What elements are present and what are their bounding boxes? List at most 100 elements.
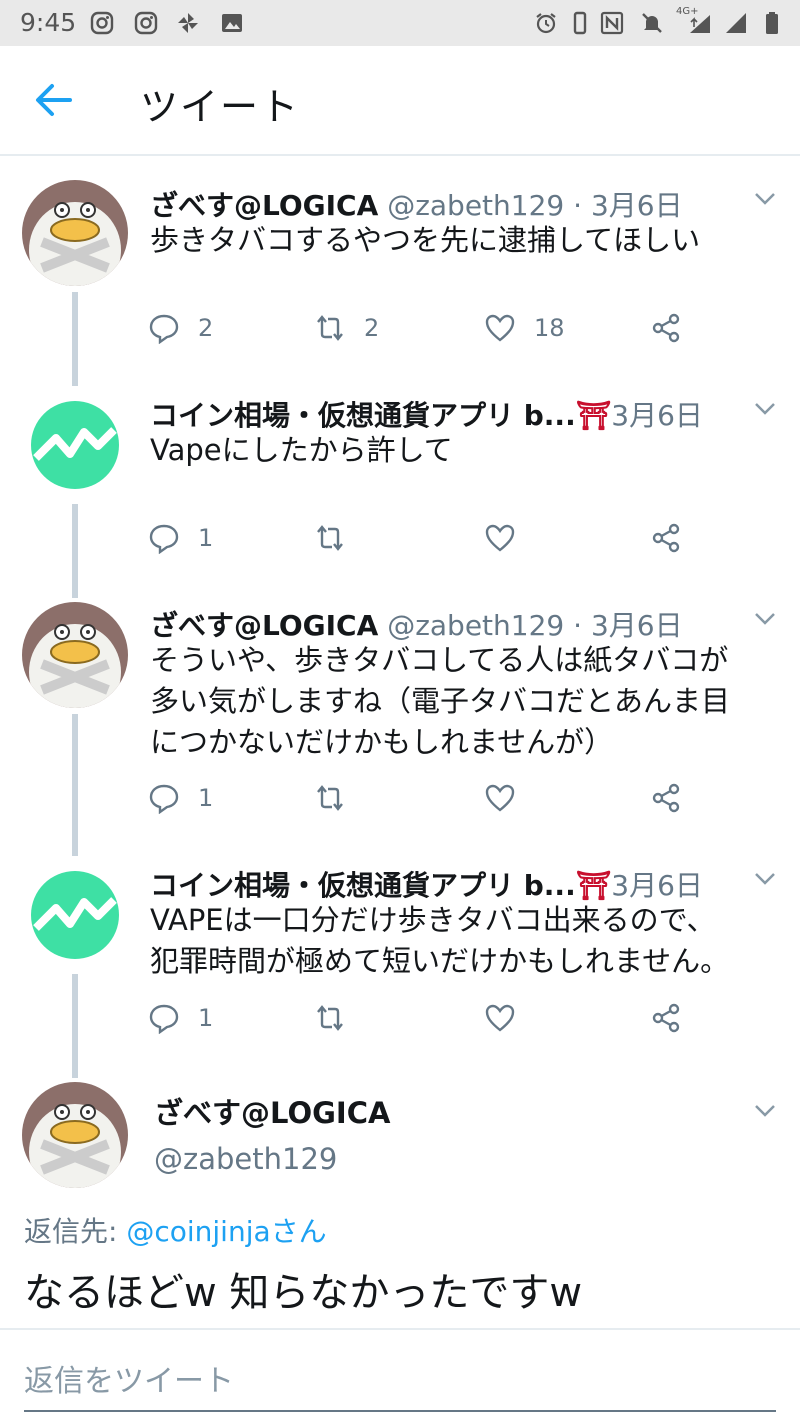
retweet-button[interactable]: 2 (314, 310, 379, 346)
arrow-left-icon[interactable] (34, 82, 74, 118)
reply-button[interactable]: 1 (148, 780, 213, 816)
chevron-down-icon[interactable] (754, 1104, 776, 1118)
tweet-text-line: VAPEは一口分だけ歩きタバコ出来るので、 (150, 903, 716, 937)
share-icon (652, 523, 680, 553)
reply-count: 2 (198, 314, 214, 342)
torii-icon: ⛩ (575, 399, 612, 432)
coin-chart-avatar-icon (22, 862, 128, 968)
tweet-text-line: そういや、歩きタバコしてる人は紙タバコが (150, 643, 729, 677)
tweet-actions: 1 (148, 1000, 708, 1040)
focused-avatar[interactable] (22, 1082, 128, 1188)
avatar[interactable] (22, 862, 128, 968)
reply-icon (149, 1004, 179, 1034)
nfc-icon (600, 11, 624, 35)
retweet-button[interactable] (314, 1000, 346, 1036)
share-icon (652, 783, 680, 813)
separator: · (573, 189, 583, 222)
reply-to-user-link[interactable]: @coinjinja (126, 1215, 270, 1248)
reply-to-label: 返信先: (24, 1215, 127, 1248)
tweet-date: 3月6日 (590, 609, 683, 642)
reply-icon (149, 314, 179, 344)
duck-avatar-icon (22, 1082, 128, 1188)
tweet-text-line: Vapeにしたから許して (150, 433, 453, 467)
reply-compose-input[interactable]: 返信をツイート (24, 1356, 234, 1400)
retweet-count: 2 (364, 314, 380, 342)
tweet-text-line: 歩きタバコするやつを先に逮捕してほしい (150, 223, 701, 257)
share-button[interactable] (650, 1000, 682, 1036)
reply-to-suffix: さん (270, 1215, 327, 1248)
like-button[interactable] (484, 1000, 516, 1036)
retweet-icon (317, 1005, 343, 1031)
divider (0, 1328, 800, 1330)
like-count: 18 (534, 314, 565, 342)
alarm-icon (536, 13, 556, 34)
reply-button[interactable]: 1 (148, 1000, 213, 1036)
reply-count: 1 (198, 784, 214, 812)
user-name[interactable]: コイン相場・仮想通貨アプリ b... (150, 399, 576, 432)
tweet-actions: 1 (148, 520, 708, 560)
avatar[interactable] (22, 392, 128, 498)
heart-icon (485, 314, 515, 342)
heart-icon (485, 784, 515, 812)
coin-chart-avatar-icon (22, 392, 128, 498)
battery-icon (766, 12, 778, 34)
tweet-text: そういや、歩きタバコしてる人は紙タバコが 多い気がしますね（電子タバコだとあんま… (150, 640, 780, 763)
share-icon (652, 1003, 680, 1033)
chevron-down-icon[interactable] (754, 192, 776, 206)
retweet-button[interactable] (314, 520, 346, 556)
avatar[interactable] (22, 602, 128, 708)
share-button[interactable] (650, 520, 682, 556)
app-bar: ツイート (0, 46, 800, 156)
tweet-text-line: 多い気がしますね（電子タバコだとあんま目 (150, 684, 731, 718)
reply-icon (149, 524, 179, 554)
user-name[interactable]: ざべす@LOGICA (150, 609, 378, 642)
user-name[interactable]: コイン相場・仮想通貨アプリ b... (150, 869, 576, 902)
chevron-down-icon[interactable] (754, 402, 776, 416)
network-4g-icon (690, 15, 710, 33)
duck-avatar-icon (22, 180, 128, 286)
image-icon (222, 14, 242, 32)
share-button[interactable] (650, 780, 682, 816)
reply-count: 1 (198, 1004, 214, 1032)
tweet-actions: 2 2 18 (148, 310, 708, 350)
focused-user-name[interactable]: ざべす@LOGICA (154, 1090, 390, 1132)
like-button[interactable] (484, 780, 516, 816)
like-button[interactable]: 18 (484, 310, 565, 346)
thread-line (72, 504, 78, 598)
focused-user-handle[interactable]: @zabeth129 (154, 1142, 337, 1176)
retweet-icon (317, 315, 343, 341)
instagram-icon (134, 11, 158, 35)
mute-icon (642, 13, 662, 33)
retweet-icon (317, 785, 343, 811)
tweet-date: 3月6日 (611, 869, 703, 902)
reply-input-underline (24, 1410, 776, 1412)
retweet-icon (317, 525, 343, 551)
retweet-button[interactable] (314, 780, 346, 816)
heart-icon (485, 1004, 515, 1032)
like-button[interactable] (484, 520, 516, 556)
reply-button[interactable]: 2 (148, 310, 213, 346)
tweet-text: Vapeにしたから許して (150, 430, 780, 471)
reply-button[interactable]: 1 (148, 520, 213, 556)
chevron-down-icon[interactable] (754, 872, 776, 886)
duck-avatar-icon (22, 602, 128, 708)
chevron-down-icon[interactable] (754, 612, 776, 626)
avatar[interactable] (22, 180, 128, 286)
share-button[interactable] (650, 310, 682, 346)
reply-to-line: 返信先: @coinjinjaさん (24, 1210, 327, 1250)
tweet-date: 3月6日 (611, 399, 703, 432)
reply-icon (149, 784, 179, 814)
tweet-actions: 1 (148, 780, 708, 820)
user-handle: @zabeth129 (387, 609, 565, 642)
tweet-text-line: につかないだけかもしれませんが） (150, 725, 614, 759)
pinwheel-icon (178, 13, 198, 33)
status-time: 9:45 (20, 8, 77, 37)
thread-line (72, 292, 78, 386)
page-title: ツイート (140, 85, 301, 129)
tweet-date: 3月6日 (590, 189, 683, 222)
user-name[interactable]: ざべす@LOGICA (150, 189, 378, 222)
heart-icon (485, 524, 515, 552)
focused-tweet-text: なるほどw 知らなかったですw (24, 1270, 583, 1316)
share-icon (652, 313, 680, 343)
signal-icon (726, 13, 746, 33)
